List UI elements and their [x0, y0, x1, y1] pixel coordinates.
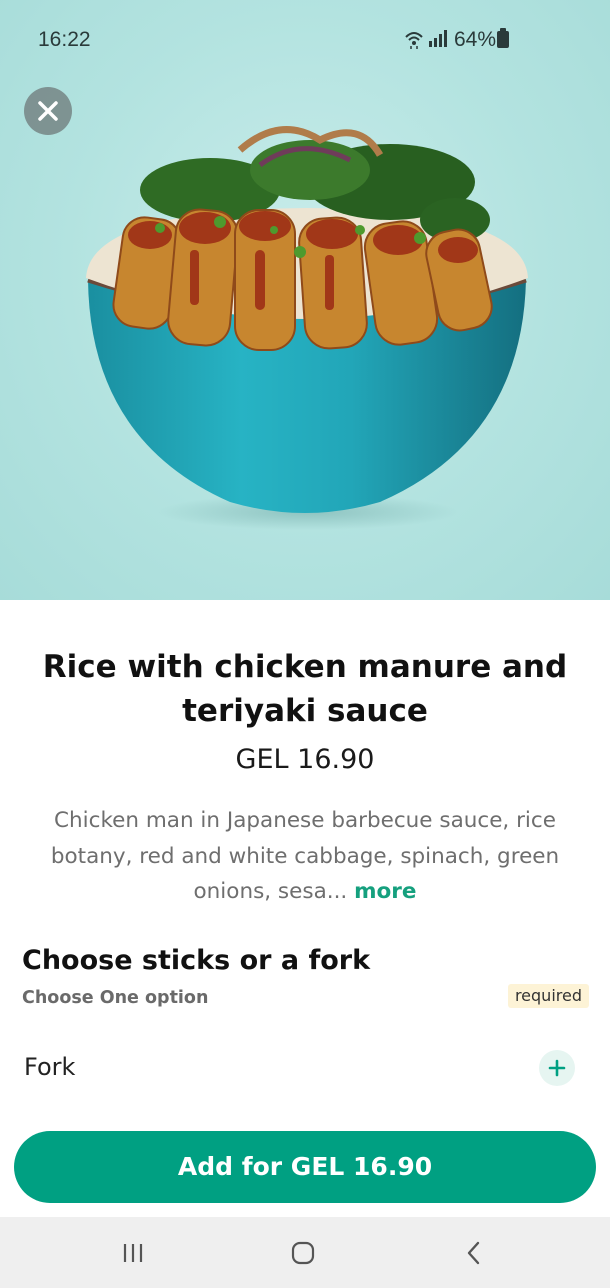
system-nav-bar	[0, 1217, 610, 1288]
product-image: 16:22 64%	[0, 0, 610, 600]
battery-icon	[497, 28, 509, 48]
back-button[interactable]	[459, 1239, 489, 1267]
option-row-fork[interactable]: Fork	[0, 1040, 610, 1098]
required-badge: required	[507, 984, 589, 1008]
status-bar: 16:22 64%	[0, 0, 610, 80]
options-section-subtitle: Choose One option	[22, 988, 209, 1008]
status-time: 16:22	[38, 28, 91, 51]
description-text: Chicken man in Japanese barbecue sauce, …	[50, 808, 560, 904]
product-price: GEL 16.90	[235, 744, 375, 775]
battery-percentage: 64%	[454, 28, 497, 51]
close-icon	[38, 101, 58, 121]
add-to-order-button[interactable]: Add for GEL 16.90	[14, 1131, 596, 1203]
wifi-icon	[405, 32, 423, 49]
recent-apps-button[interactable]	[118, 1239, 148, 1267]
rice-bowl-image	[86, 126, 528, 530]
close-button[interactable]	[24, 87, 72, 135]
more-link[interactable]: more	[354, 879, 416, 904]
options-section-title: Choose sticks or a fork	[22, 945, 371, 976]
recent-apps-icon	[123, 1244, 143, 1262]
signal-icon	[429, 30, 447, 47]
home-icon	[291, 1241, 315, 1265]
add-option-button[interactable]	[539, 1050, 575, 1086]
back-icon	[467, 1241, 480, 1265]
product-title: Rice with chicken manure and teriyaki sa…	[42, 649, 568, 729]
home-button[interactable]	[288, 1239, 318, 1267]
product-description: Chicken man in Japanese barbecue sauce, …	[25, 803, 585, 910]
option-label: Fork	[24, 1053, 76, 1081]
plus-icon	[548, 1059, 566, 1077]
